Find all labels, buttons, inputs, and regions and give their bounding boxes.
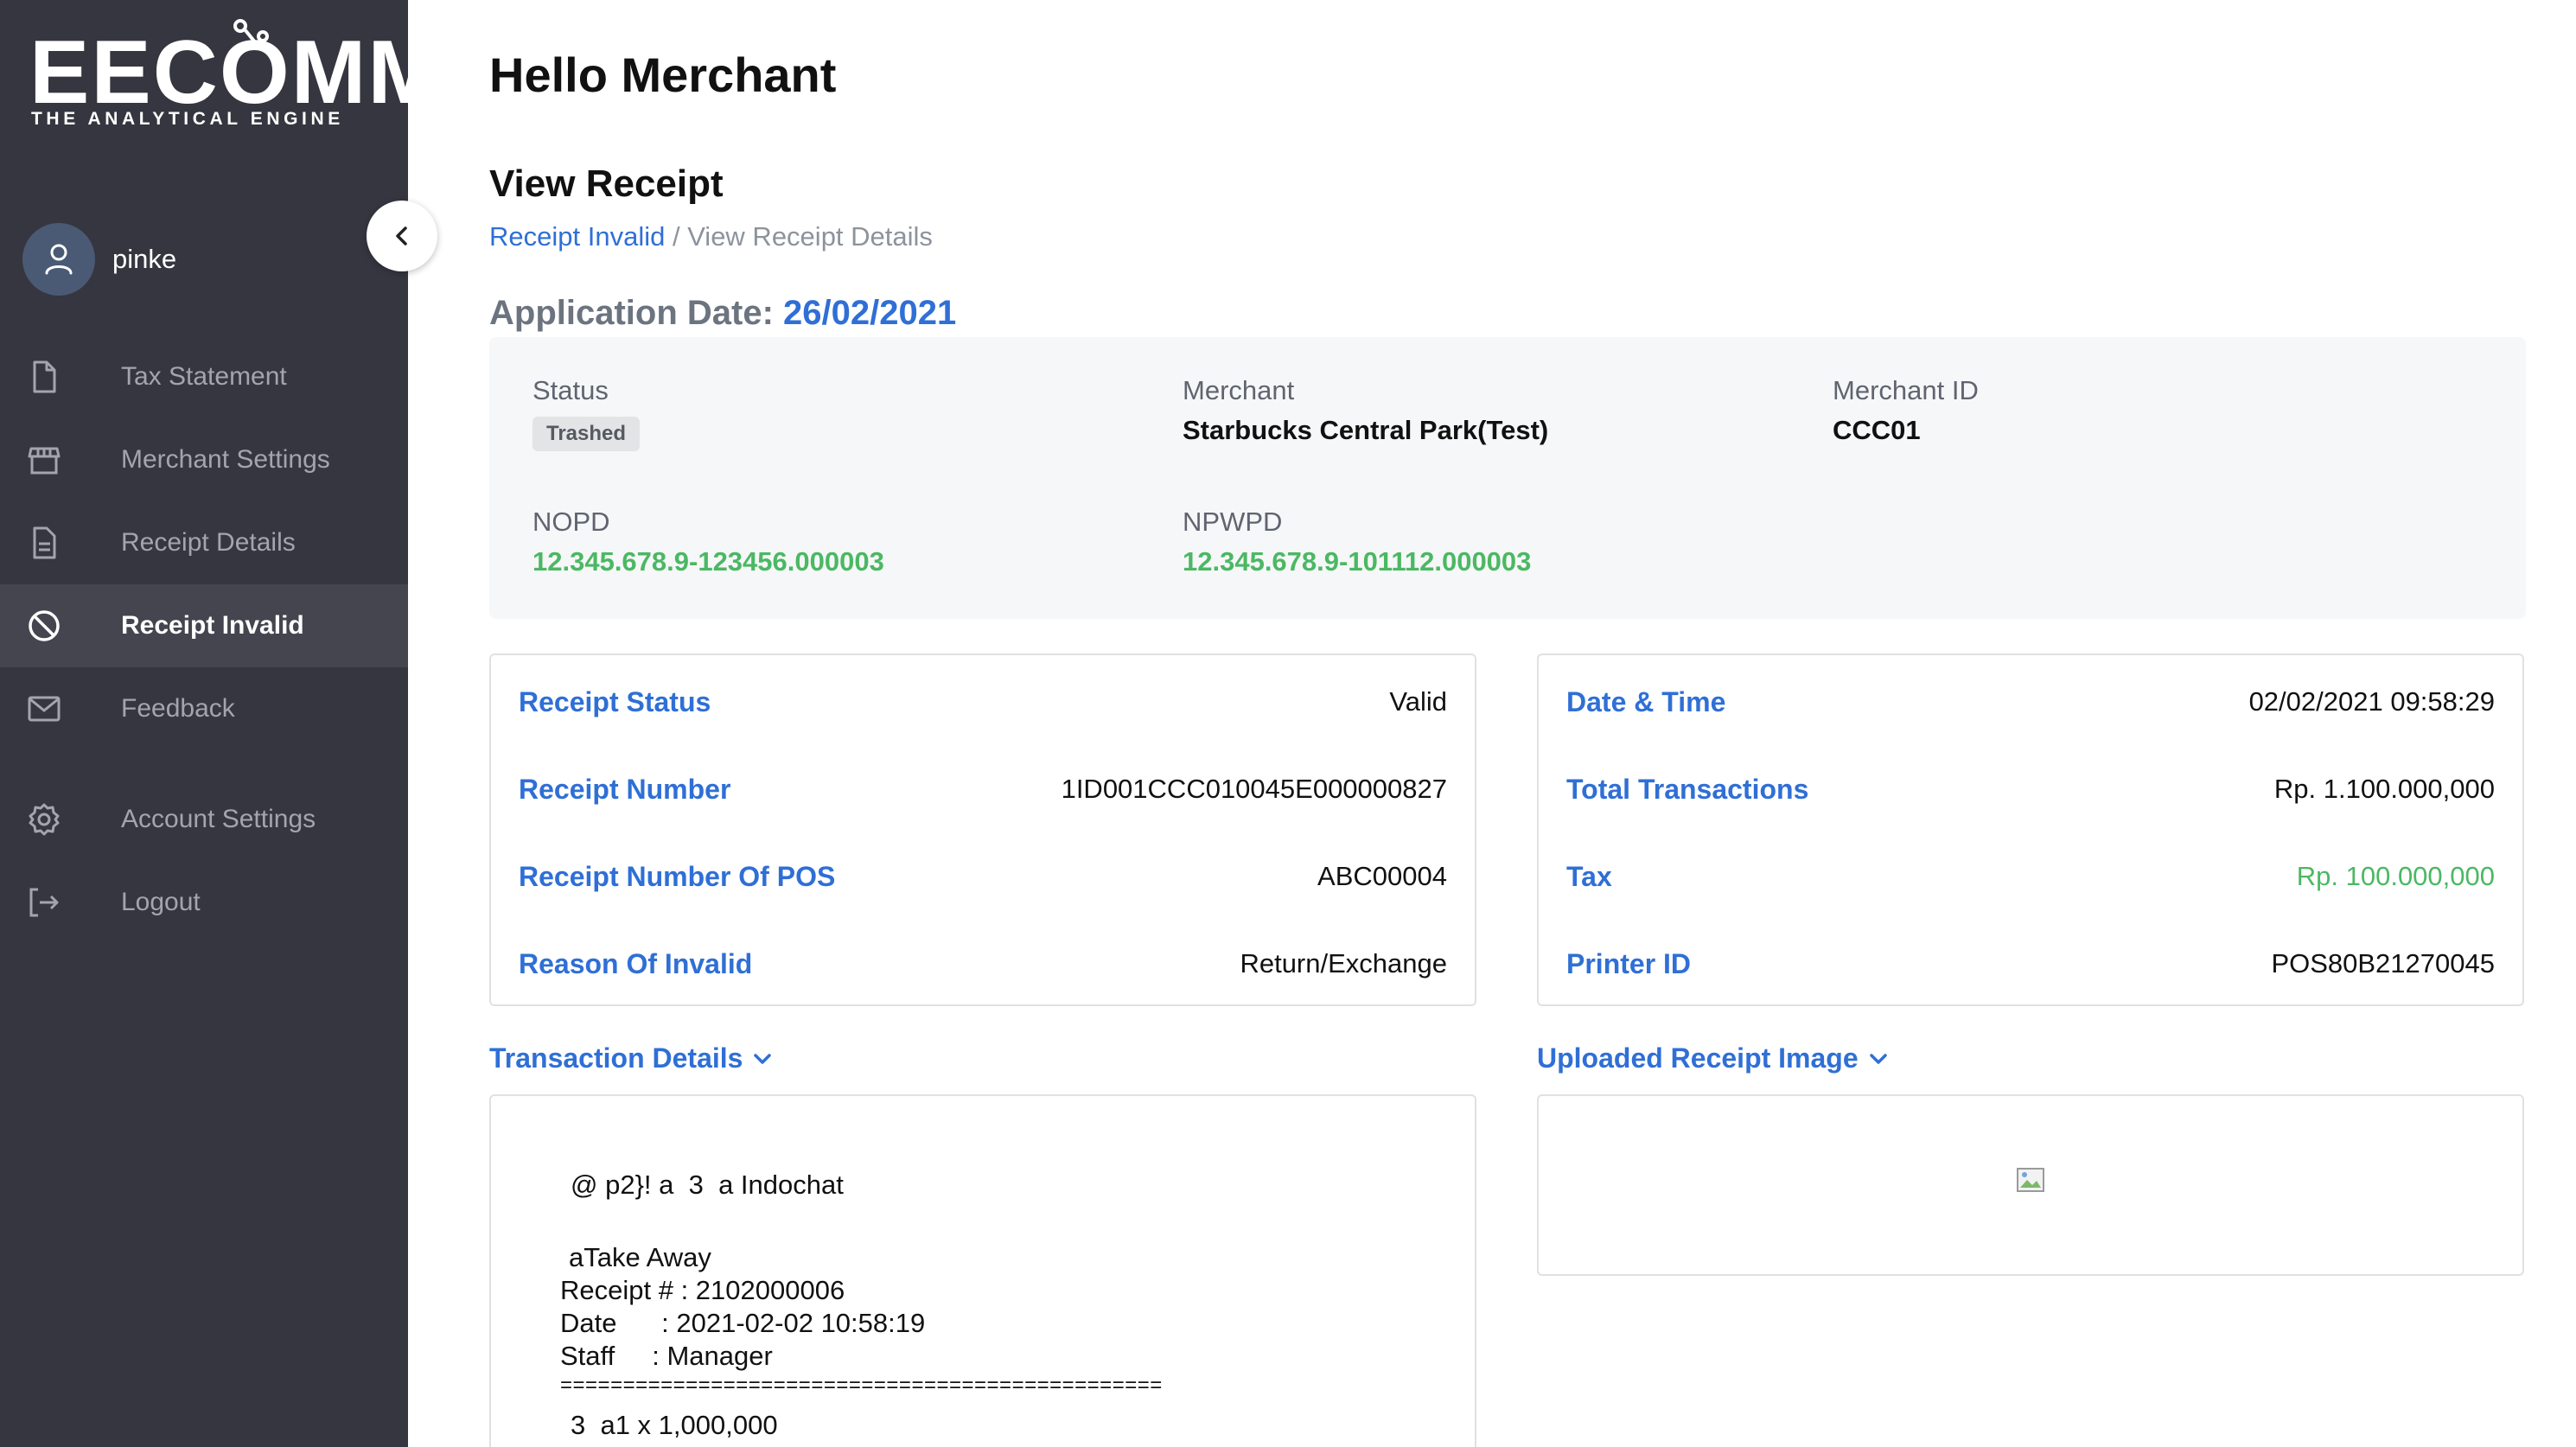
sidebar-item-receipt-details[interactable]: Receipt Details [0,501,408,584]
sidebar-item-label: Account Settings [121,805,316,833]
receipt-line: @ p2}! a 3 a Indochat [571,1170,844,1200]
reason-invalid-label: Reason Of Invalid [519,947,753,979]
receipt-line: Receipt # : 2102000006 [560,1275,845,1305]
receipt-status-label: Receipt Status [519,685,711,717]
chevron-left-icon [396,226,407,245]
avatar [22,223,95,296]
npwpd-field: NPWPD 12.345.678.9-101112.000003 [1183,507,1531,577]
user-name: pinke [112,244,177,274]
receipt-summary-panel: Status Trashed Merchant Starbucks Centra… [489,337,2526,619]
sidebar-item-label: Receipt Invalid [121,611,304,640]
logout-icon [29,888,59,917]
receipt-number-row: Receipt Number 1ID001CCC010045E000000827 [519,772,1447,806]
receipt-status-value: Valid [1389,686,1447,717]
receipt-info-card: Receipt Status Valid Receipt Number 1ID0… [489,653,1476,1006]
receipt-number-value: 1ID001CCC010045E000000827 [1061,774,1447,804]
status-label: Status [532,375,609,405]
transaction-details-title: Transaction Details [489,1042,743,1074]
date-time-value: 02/02/2021 09:58:29 [2248,686,2495,717]
uploaded-image-toggle[interactable]: Uploaded Receipt Image [1537,1042,1888,1074]
brand-logo[interactable]: EECOMM THE ANALYTICAL ENGINE [29,17,443,130]
merchant-id-value: CCC01 [1833,415,1921,445]
sidebar-item-label: Receipt Details [121,528,296,557]
file-icon [33,360,56,393]
merchant-id-field: Merchant ID CCC01 [1833,375,1979,446]
sidebar-item-merchant-settings[interactable]: Merchant Settings [0,418,408,501]
nopd-label: NOPD [532,507,610,537]
main-content: Hello Merchant View Receipt Receipt Inva… [408,0,2576,1447]
brand-name: EECOMM [29,22,444,123]
application-date: Application Date: 26/02/2021 [489,294,956,333]
merchant-field: Merchant Starbucks Central Park(Test) [1183,375,1548,446]
date-time-label: Date & Time [1566,685,1726,717]
breadcrumb-link-receipt-invalid[interactable]: Receipt Invalid [489,221,665,252]
receipt-number-pos-value: ABC00004 [1317,861,1447,891]
receipt-number-pos-label: Receipt Number Of POS [519,860,836,892]
transaction-info-card: Date & Time 02/02/2021 09:58:29 Total Tr… [1537,653,2524,1006]
receipt-line: Staff : Manager [560,1341,773,1371]
receipt-status-row: Receipt Status Valid [519,685,1447,719]
gear-icon [29,803,60,836]
chevron-down-icon [754,1053,772,1064]
sidebar-item-label: Merchant Settings [121,445,330,474]
mail-icon [28,696,61,722]
npwpd-value: 12.345.678.9-101112.000003 [1183,546,1532,577]
uploaded-image-panel [1537,1094,2524,1276]
breadcrumb: Receipt Invalid / View Receipt Details [489,221,933,252]
breadcrumb-separator: / [665,221,688,252]
sidebar-item-feedback[interactable]: Feedback [0,667,408,750]
receipt-line: 3 a1 x 1,000,000 [571,1410,778,1440]
merchant-label: Merchant [1183,375,1295,405]
sidebar-item-label: Logout [121,888,201,916]
printer-id-value: POS80B21270045 [2271,948,2495,978]
npwpd-label: NPWPD [1183,507,1283,537]
transaction-details-panel: @ p2}! a 3 a Indochat aTake Away Receipt… [489,1094,1476,1447]
status-field: Status Trashed [532,375,641,451]
sidebar-item-label: Tax Statement [121,362,287,391]
sidebar-item-account-settings[interactable]: Account Settings [0,778,408,861]
tax-label: Tax [1566,860,1612,892]
page-title: View Receipt [489,163,724,205]
application-date-value: 26/02/2021 [783,294,957,332]
user-icon [45,244,73,275]
tax-row: Tax Rp. 100.000,000 [1566,859,2495,894]
status-badge: Trashed [532,417,641,451]
brand-tagline: THE ANALYTICAL ENGINE [31,109,344,129]
sidebar-item-tax-statement[interactable]: Tax Statement [0,335,408,418]
receipt-line: ========================================… [560,1374,1163,1397]
reason-invalid-row: Reason Of Invalid Return/Exchange [519,947,1447,981]
document-icon [33,526,56,559]
total-transactions-row: Total Transactions Rp. 1.100.000,000 [1566,772,2495,806]
broken-image-icon [2017,1168,2044,1192]
printer-id-row: Printer ID POS80B21270045 [1566,947,2495,981]
chevron-down-icon [1869,1053,1887,1064]
printer-id-label: Printer ID [1566,947,1692,979]
sidebar: EECOMM THE ANALYTICAL ENGINE pinke Tax S… [0,0,443,1447]
sidebar-item-logout[interactable]: Logout [0,861,408,944]
store-icon [28,447,61,475]
receipt-number-pos-row: Receipt Number Of POS ABC00004 [519,859,1447,894]
ban-icon [29,610,60,641]
uploaded-image-title: Uploaded Receipt Image [1537,1042,1859,1074]
reason-invalid-value: Return/Exchange [1240,948,1447,978]
tax-value: Rp. 100.000,000 [2296,861,2495,891]
total-transactions-label: Total Transactions [1566,773,1809,805]
total-transactions-value: Rp. 1.100.000,000 [2273,774,2495,804]
breadcrumb-current: View Receipt Details [687,221,933,252]
date-time-row: Date & Time 02/02/2021 09:58:29 [1566,685,2495,719]
merchant-id-label: Merchant ID [1833,375,1979,405]
receipt-number-label: Receipt Number [519,773,731,805]
receipt-line: Date : 2021-02-02 10:58:19 [560,1308,926,1338]
sidebar-item-label: Feedback [121,694,235,723]
nopd-field: NOPD 12.345.678.9-123456.000003 [532,507,884,577]
collapse-sidebar-button[interactable] [367,201,437,271]
user-profile[interactable]: pinke [22,223,176,296]
application-date-label: Application Date: [489,294,784,332]
nopd-value: 12.345.678.9-123456.000003 [532,546,884,577]
transaction-details-toggle[interactable]: Transaction Details [489,1042,772,1074]
sidebar-item-receipt-invalid[interactable]: Receipt Invalid [0,584,408,667]
greeting-heading: Hello Merchant [489,48,837,102]
receipt-line: aTake Away [569,1242,711,1272]
merchant-value: Starbucks Central Park(Test) [1183,415,1549,445]
